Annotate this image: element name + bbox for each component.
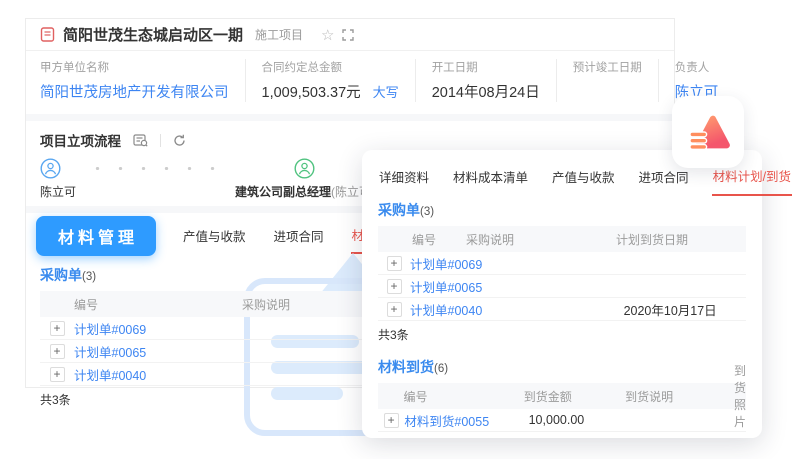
purchase-order-link[interactable]: 计划单#0040 xyxy=(410,304,482,318)
table-row[interactable]: + 材料到货#0055 10,000.00 xyxy=(378,409,746,432)
person-icon-blue xyxy=(40,158,61,179)
fullscreen-icon[interactable] xyxy=(342,29,354,41)
col-header-amount: 到货金额 xyxy=(524,388,625,405)
flow-end-node[interactable]: 建筑公司副总经理(陈立可) xyxy=(235,158,375,200)
purchase-table-header: 编号 采购说明 计划到货日期 xyxy=(378,226,746,252)
expand-row-button[interactable]: + xyxy=(384,413,399,428)
page-title: 简阳世茂生态城启动区一期 xyxy=(63,24,243,45)
record-fields: 甲方单位名称 简阳世茂房地产开发有限公司 合同约定总金额 1,009,503.3… xyxy=(26,51,674,114)
divider xyxy=(160,134,161,147)
col-header-photo: 到货照片 xyxy=(734,362,746,430)
panel-purchase-section: 采购单 (3) 编号 采购说明 计划到货日期 + 计划单#0069 + 计划单#… xyxy=(378,200,746,347)
purchase-order-link[interactable]: 计划单#0065 xyxy=(410,281,482,295)
arrival-section-count: (6) xyxy=(434,363,448,375)
col-header-desc: 到货说明 xyxy=(625,388,734,405)
col-header-id: 编号 xyxy=(74,296,242,313)
flow-connector-dots xyxy=(86,167,225,170)
contract-amount-value: 1,009,503.37元 xyxy=(262,81,361,102)
field-label: 开工日期 xyxy=(432,59,540,75)
star-favorite-icon[interactable]: ☆ xyxy=(321,26,334,44)
expand-row-button[interactable]: + xyxy=(50,321,65,336)
party-a-link[interactable]: 简阳世茂房地产开发有限公司 xyxy=(40,81,229,102)
expand-row-button[interactable]: + xyxy=(387,302,402,317)
panel-tab-incoming-contracts[interactable]: 进项合同 xyxy=(638,163,690,195)
arrival-section-title: 材料到货 xyxy=(378,357,434,377)
expand-row-button[interactable]: + xyxy=(50,344,65,359)
flow-detail-icon[interactable] xyxy=(133,134,148,147)
field-label: 合同约定总金额 xyxy=(262,59,399,75)
panel-tab-output-and-receipts[interactable]: 产值与收款 xyxy=(551,163,616,195)
arrival-table-header: 编号 到货金额 到货说明 到货照片 xyxy=(378,383,746,409)
table-row[interactable]: + 计划单#0069 xyxy=(378,252,746,275)
amount-in-words-link[interactable]: 大写 xyxy=(373,82,399,101)
tab-incoming-contracts[interactable]: 进项合同 xyxy=(273,220,325,253)
arrival-record-link[interactable]: 材料到货#0055 xyxy=(404,415,489,429)
field-label: 预计竣工日期 xyxy=(573,59,642,75)
panel-tab-details[interactable]: 详细资料 xyxy=(378,163,430,195)
start-date-value: 2014年08月24日 xyxy=(432,81,540,102)
record-title-bar: 简阳世茂生态城启动区一期 施工项目 ☆ xyxy=(26,19,674,51)
purchase-order-link[interactable]: 计划单#0069 xyxy=(410,258,482,272)
table-row[interactable]: + 计划单#0040 2020年10月17日 xyxy=(378,298,746,321)
col-header-desc: 采购说明 xyxy=(466,231,616,248)
expand-row-button[interactable]: + xyxy=(50,367,65,382)
flow-end-label: 建筑公司副总经理(陈立可) xyxy=(235,183,375,200)
field-expected-completion: 预计竣工日期 xyxy=(573,59,659,102)
tab-output-and-receipts[interactable]: 产值与收款 xyxy=(182,220,247,253)
purchase-order-link[interactable]: 计划单#0040 xyxy=(74,369,146,383)
flow-start-label: 陈立可 xyxy=(40,183,76,200)
purchase-order-link[interactable]: 计划单#0069 xyxy=(74,323,146,337)
expected-completion-value xyxy=(573,81,642,98)
col-header-date: 计划到货日期 xyxy=(616,231,746,248)
person-icon-green xyxy=(294,158,315,179)
purchase-total-count: 共3条 xyxy=(378,321,746,347)
purchase-section-count: (3) xyxy=(420,206,434,218)
flow-title: 项目立项流程 xyxy=(40,130,121,150)
panel-arrival-section: 材料到货 (6) 编号 到货金额 到货说明 到货照片 + 材料到货#0055 1… xyxy=(378,357,746,432)
purchase-section-title: 采购单 xyxy=(40,265,82,285)
purchase-section-count: (3) xyxy=(82,271,96,283)
app-logo-tile xyxy=(672,96,744,168)
table-row[interactable]: + 计划单#0065 xyxy=(378,275,746,298)
refresh-icon[interactable] xyxy=(173,134,186,147)
expand-row-button[interactable]: + xyxy=(387,256,402,271)
col-header-id: 编号 xyxy=(404,388,524,405)
tab-material-management[interactable]: 材料管理 xyxy=(36,216,156,256)
detail-panel: 详细资料 材料成本清单 产值与收款 进项合同 材料计划/到货 劳务工人 采购单 … xyxy=(362,150,762,438)
field-party-a: 甲方单位名称 简阳世茂房地产开发有限公司 xyxy=(40,59,246,102)
document-icon xyxy=(40,27,55,42)
arrival-amount: 10,000.00 xyxy=(529,413,634,427)
field-label: 负责人 xyxy=(675,59,719,75)
project-type-tag: 施工项目 xyxy=(255,26,303,43)
field-contract-amount: 合同约定总金额 1,009,503.37元 大写 xyxy=(262,59,416,102)
col-header-id: 编号 xyxy=(412,231,466,248)
flow-start-node[interactable]: 陈立可 xyxy=(40,158,76,200)
expand-row-button[interactable]: + xyxy=(387,279,402,294)
section-divider xyxy=(26,114,674,121)
brand-logo-icon xyxy=(683,107,733,157)
purchase-order-link[interactable]: 计划单#0065 xyxy=(74,346,146,360)
panel-tab-material-cost-list[interactable]: 材料成本清单 xyxy=(452,163,529,195)
field-label: 甲方单位名称 xyxy=(40,59,229,75)
purchase-section-title: 采购单 xyxy=(378,200,420,220)
field-start-date: 开工日期 2014年08月24日 xyxy=(432,59,557,102)
approval-flow: 陈立可 建筑公司副总经理(陈立可) xyxy=(40,158,375,200)
